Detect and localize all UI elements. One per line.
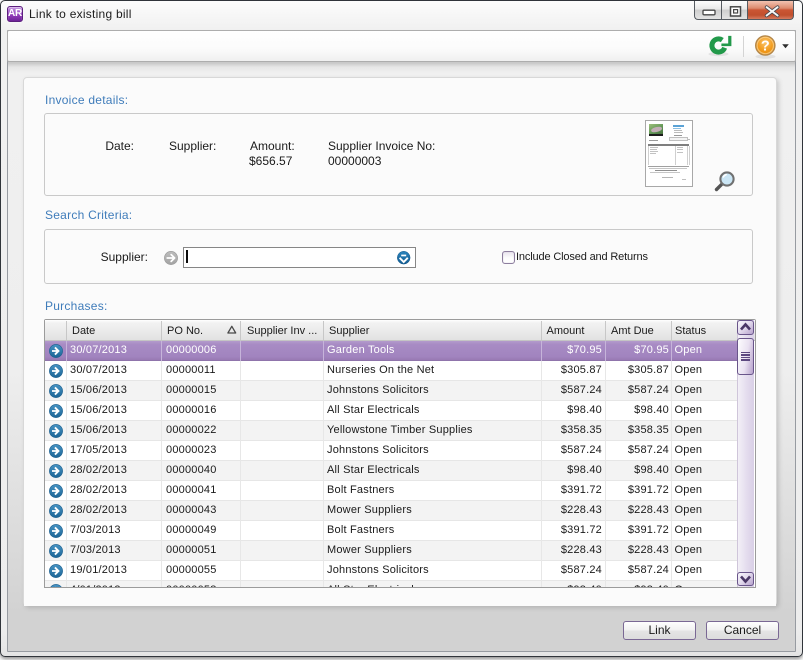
svg-text:?: ? bbox=[761, 39, 770, 55]
